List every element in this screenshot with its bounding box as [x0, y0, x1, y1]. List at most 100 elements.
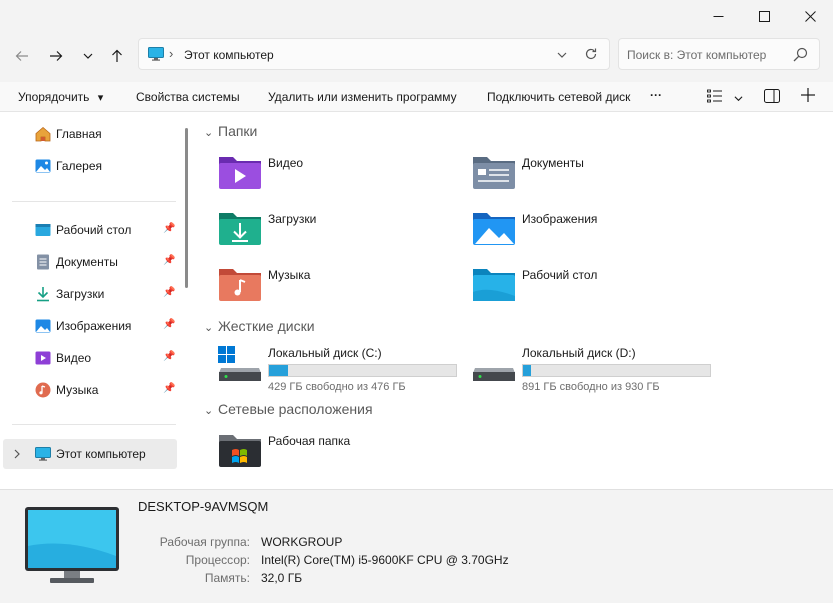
videos-icon — [35, 351, 51, 365]
sidebar-item-label: Галерея — [56, 159, 103, 173]
sidebar-item-videos[interactable]: Видео 📌 — [0, 343, 178, 373]
folder-pictures[interactable]: Изображения — [472, 210, 712, 260]
section-title: Сетевые расположения — [218, 401, 373, 417]
system-properties-button[interactable]: Свойства системы — [136, 90, 240, 104]
drive-usage-bar — [522, 364, 711, 377]
sidebar-item-documents[interactable]: Документы 📌 — [0, 247, 178, 277]
sidebar-item-label: Рабочий стол — [56, 223, 132, 237]
pin-icon[interactable]: 📌 — [163, 223, 175, 234]
section-header-folders[interactable]: ⌄ Папки — [204, 123, 257, 139]
folder-music[interactable]: Музыка — [218, 266, 458, 316]
drive-name: Локальный диск (C:) — [268, 346, 382, 360]
chevron-down-icon[interactable] — [556, 49, 568, 61]
command-bar: Упорядочить ▾ Свойства системы Удалить и… — [0, 82, 833, 112]
drive-c-icon — [218, 346, 261, 381]
drive-name: Локальный диск (D:) — [522, 346, 636, 360]
uninstall-program-button[interactable]: Удалить или изменить программу — [268, 90, 457, 104]
network-location-workfolder[interactable]: Рабочая папка — [218, 432, 458, 482]
map-network-drive-button[interactable]: Подключить сетевой диск — [487, 90, 630, 104]
pin-icon[interactable]: 📌 — [163, 255, 175, 266]
sidebar-item-downloads[interactable]: Загрузки 📌 — [0, 279, 178, 309]
folder-videos[interactable]: Видео — [218, 154, 458, 204]
chevron-down-icon: ▾ — [97, 92, 104, 104]
sidebar-item-label: Загрузки — [56, 287, 105, 301]
computer-icon — [25, 507, 119, 583]
desktop-folder-icon — [473, 269, 515, 301]
sidebar-item-desktop[interactable]: Рабочий стол 📌 — [0, 215, 178, 245]
address-bar[interactable]: › Этот компьютер — [138, 38, 610, 70]
close-icon — [804, 10, 816, 22]
folder-label: Видео — [268, 156, 304, 170]
navigation-bar: › Этот компьютер Поиск в: Этот компьютер — [0, 32, 833, 82]
refresh-icon[interactable] — [584, 47, 598, 61]
pin-icon[interactable]: 📌 — [163, 287, 175, 298]
folder-documents[interactable]: Документы — [472, 154, 712, 204]
sidebar-item-gallery[interactable]: Галерея — [0, 151, 178, 181]
organize-button[interactable]: Упорядочить ▾ — [18, 90, 103, 104]
sidebar-item-label: Видео — [56, 351, 92, 365]
downloads-icon — [37, 287, 49, 302]
cpu-value: Intel(R) Core(TM) i5-9600KF CPU @ 3.70GH… — [261, 553, 509, 567]
title-bar — [0, 0, 833, 32]
sidebar-item-home[interactable]: Главная — [0, 119, 178, 149]
pin-icon[interactable]: 📌 — [163, 319, 175, 330]
chevron-down-icon: ⌄ — [204, 405, 214, 417]
back-button[interactable] — [8, 42, 36, 70]
view-button[interactable] — [707, 89, 743, 106]
maximize-icon — [758, 10, 770, 22]
sidebar-item-music[interactable]: Музыка 📌 — [0, 375, 178, 405]
folder-desktop[interactable]: Рабочий стол — [472, 266, 712, 316]
downloads-folder-icon — [219, 213, 261, 245]
folder-label: Изображения — [522, 212, 598, 226]
sidebar-item-this-pc[interactable]: Этот компьютер — [3, 439, 177, 469]
drive-usage-fill — [523, 365, 531, 376]
sidebar-scrollbar[interactable] — [185, 128, 188, 288]
details-pane-icon — [764, 89, 780, 103]
pin-icon[interactable]: 📌 — [163, 351, 175, 362]
more-options-button[interactable]: ··· — [650, 88, 662, 102]
section-header-network[interactable]: ⌄ Сетевые расположения — [204, 401, 373, 417]
drive-d-icon — [473, 368, 515, 381]
sidebar-item-label: Изображения — [56, 319, 132, 333]
music-folder-icon — [219, 269, 261, 301]
up-button[interactable] — [103, 42, 131, 70]
details-pane: DESKTOP-9AVMSQM Рабочая группа: WORKGROU… — [0, 489, 833, 603]
minimize-button[interactable] — [695, 0, 741, 32]
drive-c[interactable]: Локальный диск (C:) 429 ГБ свободно из 4… — [218, 346, 468, 393]
recent-locations-button[interactable] — [74, 42, 102, 70]
drive-free-space: 891 ГБ свободно из 930 ГБ — [522, 381, 660, 393]
drive-d[interactable]: Локальный диск (D:) 891 ГБ свободно из 9… — [472, 346, 722, 393]
section-title: Жесткие диски — [218, 318, 315, 334]
sidebar-divider — [12, 201, 176, 202]
sidebar-item-label: Этот компьютер — [56, 447, 146, 461]
pictures-folder-icon — [473, 213, 515, 245]
work-folder-icon — [219, 435, 261, 467]
details-pane-button[interactable] — [764, 89, 780, 106]
content-pane: ⌄ Папки Видео Документы Загрузки Изображе… — [190, 112, 833, 489]
monitor-icon — [148, 47, 164, 61]
chevron-right-icon[interactable] — [13, 449, 22, 459]
workgroup-label: Рабочая группа: — [159, 535, 250, 549]
forward-button[interactable] — [42, 42, 70, 70]
section-header-drives[interactable]: ⌄ Жесткие диски — [204, 318, 315, 334]
ram-value: 32,0 ГБ — [261, 571, 303, 585]
navigation-pane: Главная Галерея Рабочий стол 📌 Документы… — [0, 112, 181, 489]
search-icon[interactable] — [793, 47, 808, 62]
maximize-button[interactable] — [741, 0, 787, 32]
close-button[interactable] — [787, 0, 833, 32]
folder-downloads[interactable]: Загрузки — [218, 210, 458, 260]
arrow-right-icon — [50, 51, 63, 61]
sidebar-item-pictures[interactable]: Изображения 📌 — [0, 311, 178, 341]
plus-icon — [801, 88, 815, 102]
search-input[interactable]: Поиск в: Этот компьютер — [618, 38, 820, 70]
workgroup-value: WORKGROUP — [261, 535, 343, 549]
computer-name: DESKTOP-9AVMSQM — [138, 499, 269, 514]
list-view-icon — [707, 89, 722, 103]
address-path[interactable]: Этот компьютер — [184, 48, 274, 62]
organize-label: Упорядочить — [18, 90, 90, 104]
new-button[interactable] — [801, 88, 815, 105]
videos-folder-icon — [219, 157, 261, 189]
pin-icon[interactable]: 📌 — [163, 383, 175, 394]
drive-usage-fill — [269, 365, 288, 376]
documents-icon — [37, 254, 49, 270]
